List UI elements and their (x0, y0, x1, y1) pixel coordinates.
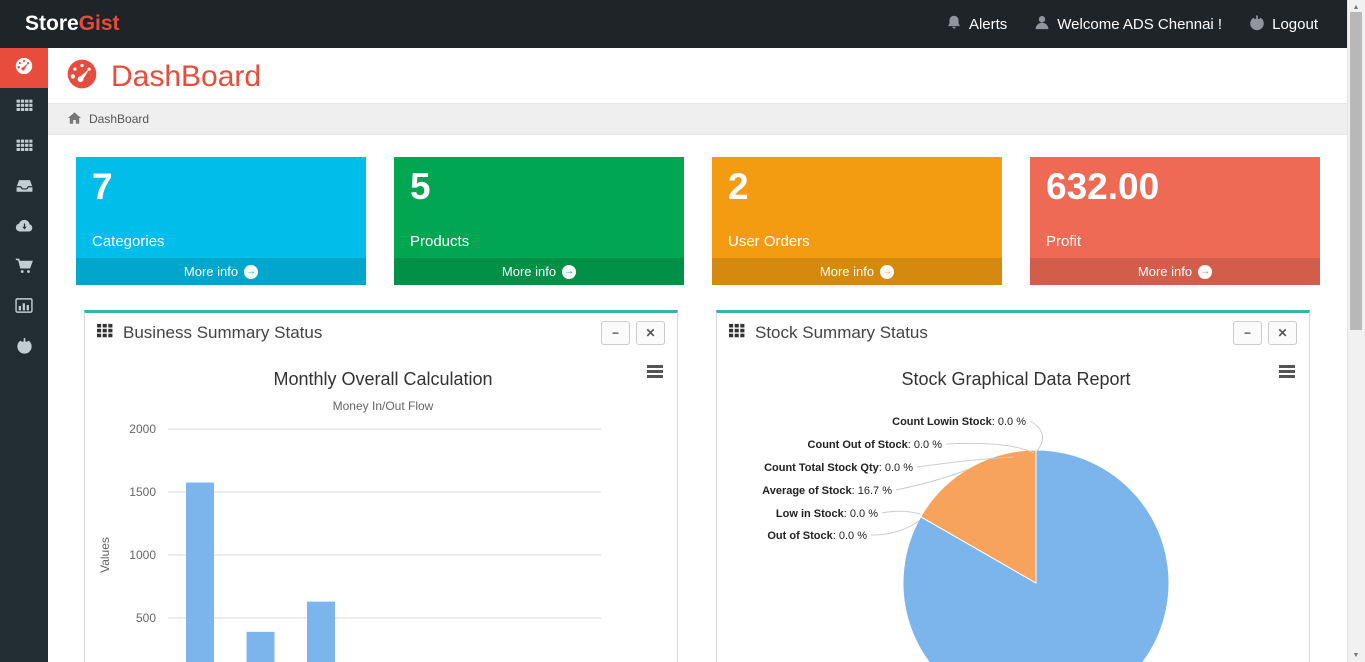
products-label: Products (410, 233, 668, 250)
sidebar-item-5[interactable] (0, 208, 48, 248)
page-title: DashBoard (111, 60, 261, 94)
close-button[interactable]: ✕ (636, 321, 665, 345)
stock-summary-panel: Stock Summary Status − ✕ Stock Graphical… (716, 310, 1310, 662)
welcome-label: Welcome ADS Chennai ! (1057, 16, 1222, 33)
cloud-download-icon (15, 218, 34, 238)
categories-more-info-link[interactable]: More info → (76, 258, 366, 285)
navbar-right-menu: Alerts Welcome ADS Chennai ! Logout (946, 14, 1318, 35)
bell-icon (946, 14, 962, 35)
profit-label: Profit (1046, 233, 1304, 250)
main-content: DashBoard DashBoard 7 Categories More in… (48, 48, 1348, 662)
stock-summary-panel-heading: Stock Summary Status − ✕ (717, 313, 1309, 353)
user-orders-card: 2 User Orders More info → (712, 157, 1002, 285)
svg-text:Stock Graphical Data Report: Stock Graphical Data Report (901, 369, 1130, 389)
power-icon (1249, 14, 1265, 35)
svg-text:Count Lowin Stock: 0.0 %: Count Lowin Stock: 0.0 % (892, 416, 1026, 428)
svg-text:Monthly Overall Calculation: Monthly Overall Calculation (273, 369, 492, 389)
alerts-menu-item[interactable]: Alerts (946, 14, 1007, 35)
svg-text:Count Total Stock Qty: 0.0 %: Count Total Stock Qty: 0.0 % (764, 462, 913, 474)
svg-text:1000: 1000 (129, 548, 156, 562)
brand-gist: Gist (79, 12, 120, 35)
chart-context-menu-icon[interactable] (647, 365, 663, 380)
products-count: 5 (410, 168, 668, 207)
brand-store: Store (25, 12, 79, 35)
table-icon (16, 138, 33, 158)
alerts-label: Alerts (969, 16, 1007, 33)
breadcrumb-label[interactable]: DashBoard (89, 112, 149, 126)
categories-card: 7 Categories More info → (76, 157, 366, 285)
stock-summary-body: Stock Graphical Data Report Count Lowin S… (717, 353, 1309, 662)
svg-text:Count Out of Stock: 0.0 %: Count Out of Stock: 0.0 % (808, 439, 943, 451)
vertical-scrollbar[interactable]: ▲ ▼ (1347, 0, 1365, 662)
scrollbar-thumb[interactable] (1350, 12, 1362, 330)
top-navbar: StoreGist Alerts Welcome ADS Chennai ! L… (0, 0, 1348, 48)
user-orders-more-info-link[interactable]: More info → (712, 258, 1002, 285)
collapse-button[interactable]: − (1233, 321, 1262, 345)
business-summary-panel-heading: Business Summary Status − ✕ (85, 313, 677, 353)
profit-more-info-link[interactable]: More info → (1030, 258, 1320, 285)
tachometer-icon (14, 57, 34, 80)
sidebar-item-8[interactable] (0, 328, 48, 368)
sidebar-item-6[interactable] (0, 248, 48, 288)
svg-text:Average of Stock: 16.7 %: Average of Stock: 16.7 % (762, 485, 892, 497)
sidebar-item-4[interactable] (0, 168, 48, 208)
business-summary-body: Monthly Overall Calculation Money In/Out … (85, 353, 677, 662)
svg-text:Values: Values (98, 537, 112, 573)
user-orders-count: 2 (728, 168, 986, 207)
stat-cards-row: 7 Categories More info → 5 Products More… (48, 135, 1348, 285)
profit-card: 632.00 Profit More info → (1030, 157, 1320, 285)
sidebar-item-2[interactable] (0, 88, 48, 128)
chart-context-menu-icon[interactable] (1279, 365, 1295, 380)
panels-row: Business Summary Status − ✕ Monthly Over… (48, 285, 1348, 662)
svg-text:1500: 1500 (129, 485, 156, 499)
sidebar-item-dashboard[interactable] (0, 48, 48, 88)
table-icon (16, 98, 33, 118)
arrow-circle-right-icon: → (1198, 265, 1212, 279)
user-menu-item[interactable]: Welcome ADS Chennai ! (1034, 14, 1222, 35)
user-orders-label: User Orders (728, 233, 986, 250)
inbox-icon (16, 178, 33, 198)
arrow-circle-right-icon: → (562, 265, 576, 279)
bar-chart-icon (15, 298, 33, 318)
profit-amount: 632.00 (1046, 168, 1304, 207)
sidebar (0, 48, 48, 662)
arrow-circle-right-icon: → (244, 265, 258, 279)
svg-text:Out of Stock: 0.0 %: Out of Stock: 0.0 % (767, 530, 867, 542)
products-card: 5 Products More info → (394, 157, 684, 285)
th-grid-icon (729, 323, 745, 343)
svg-text:500: 500 (136, 611, 156, 625)
business-summary-title: Business Summary Status (123, 323, 595, 343)
svg-text:2000: 2000 (129, 422, 156, 436)
cart-icon (15, 258, 33, 279)
business-summary-panel: Business Summary Status − ✕ Monthly Over… (84, 310, 678, 662)
brand-logo[interactable]: StoreGist (25, 12, 120, 36)
bar-chart-svg: Monthly Overall Calculation Money In/Out … (85, 353, 675, 662)
th-grid-icon (97, 323, 113, 343)
sidebar-item-3[interactable] (0, 128, 48, 168)
breadcrumb: DashBoard (48, 103, 1348, 135)
logout-menu-item[interactable]: Logout (1249, 14, 1318, 35)
user-icon (1034, 14, 1050, 35)
arrow-circle-right-icon: → (880, 265, 894, 279)
stock-summary-title: Stock Summary Status (755, 323, 1227, 343)
sidebar-item-7[interactable] (0, 288, 48, 328)
scroll-down-arrow-icon[interactable]: ▼ (1348, 648, 1364, 662)
categories-label: Categories (92, 233, 350, 250)
power-icon (16, 337, 33, 359)
svg-text:Low in Stock: 0.0 %: Low in Stock: 0.0 % (776, 508, 878, 520)
svg-text:Money In/Out Flow: Money In/Out Flow (333, 399, 434, 413)
categories-count: 7 (92, 168, 350, 207)
page-header: DashBoard (48, 48, 1348, 103)
collapse-button[interactable]: − (601, 321, 630, 345)
logout-label: Logout (1272, 16, 1318, 33)
home-icon (68, 112, 81, 127)
application-window: StoreGist Alerts Welcome ADS Chennai ! L… (0, 0, 1365, 662)
close-button[interactable]: ✕ (1268, 321, 1297, 345)
pie-chart-svg: Stock Graphical Data Report Count Lowin S… (717, 353, 1307, 662)
products-more-info-link[interactable]: More info → (394, 258, 684, 285)
tachometer-icon (65, 59, 99, 94)
